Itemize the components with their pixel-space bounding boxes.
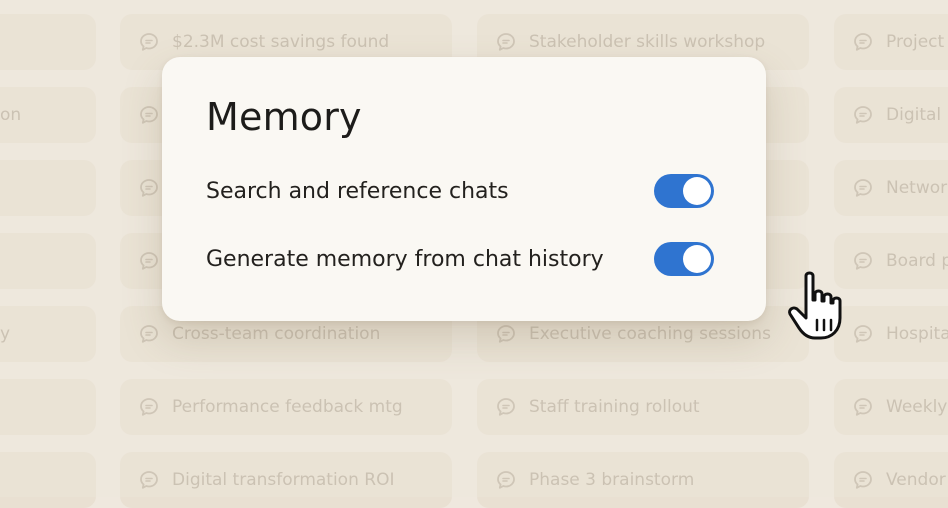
memory-title: Memory xyxy=(206,95,362,139)
setting-label: Search and reference chats xyxy=(206,178,509,204)
setting-row-generate-memory: Generate memory from chat history xyxy=(206,239,714,279)
search-reference-chats-toggle[interactable] xyxy=(654,174,714,208)
hand-pointer-icon xyxy=(782,270,852,342)
setting-label: Generate memory from chat history xyxy=(206,246,604,272)
memory-settings-card: Memory Search and reference chats Genera… xyxy=(162,57,766,321)
toggle-knob xyxy=(683,245,711,273)
generate-memory-toggle[interactable] xyxy=(654,242,714,276)
toggle-knob xyxy=(683,177,711,205)
setting-row-search-reference: Search and reference chats xyxy=(206,171,714,211)
